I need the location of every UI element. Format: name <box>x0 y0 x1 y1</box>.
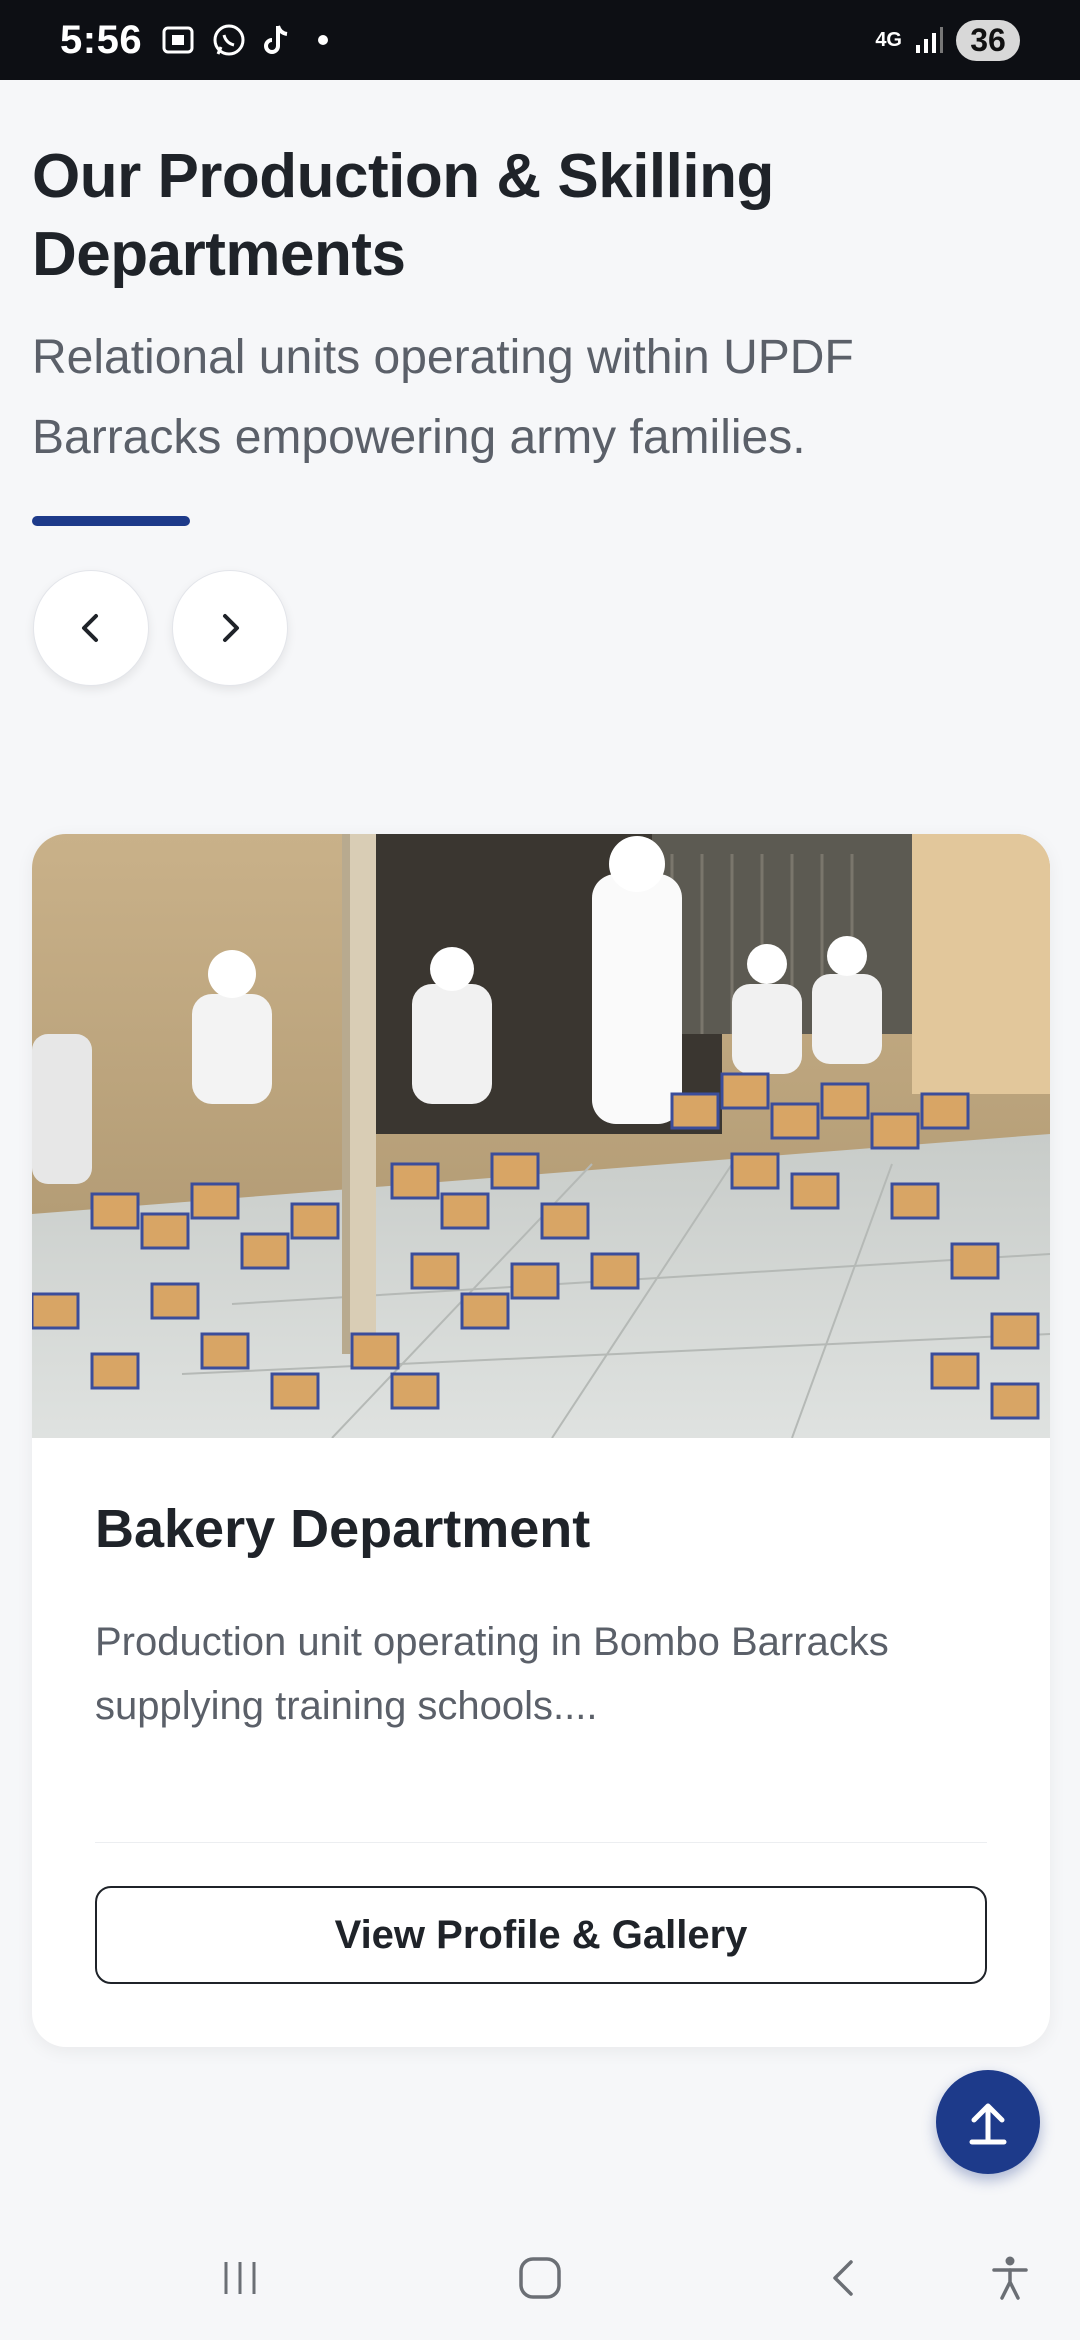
accessibility-icon <box>992 2256 1028 2300</box>
card-title: Bakery Department <box>95 1499 591 1559</box>
signal-icon <box>916 27 943 53</box>
carousel-prev-button[interactable] <box>33 570 149 686</box>
recent-apps-button[interactable] <box>210 2248 270 2308</box>
recent-apps-icon <box>224 2262 256 2294</box>
whatsapp-icon <box>213 24 245 56</box>
home-button[interactable] <box>510 2248 570 2308</box>
chevron-left-icon <box>82 614 98 642</box>
scroll-to-top-button[interactable] <box>936 2070 1040 2174</box>
more-notifications-dot <box>318 35 329 45</box>
home-icon <box>519 2257 561 2299</box>
section-title: Our Production & Skilling Departments <box>32 142 774 289</box>
network-type: 4G <box>875 29 902 51</box>
section-subtitle: Relational units operating within UPDF B… <box>32 331 854 464</box>
accent-divider <box>32 516 190 526</box>
status-bar: 5:56 4G 36 <box>0 0 1080 80</box>
accessibility-button[interactable] <box>980 2248 1040 2308</box>
carousel-next-button[interactable] <box>172 570 288 686</box>
department-card: Bakery Department Production unit operat… <box>32 834 1050 2047</box>
tiktok-icon <box>264 25 288 54</box>
status-right: 4G 36 <box>875 19 1020 61</box>
notification-icons <box>160 21 329 59</box>
back-button[interactable] <box>815 2248 875 2308</box>
chevron-right-icon <box>223 614 239 642</box>
card-description: Production unit operating in Bombo Barra… <box>95 1620 889 1728</box>
view-profile-button[interactable]: View Profile & Gallery <box>95 1886 987 1984</box>
battery-level: 36 <box>956 19 1020 61</box>
status-left: 5:56 <box>60 17 329 63</box>
system-navigation-bar <box>0 2210 1080 2340</box>
back-icon <box>833 2260 853 2296</box>
arrow-up-icon <box>969 2103 1007 2145</box>
screenshot-icon <box>162 26 194 54</box>
bakery-photo <box>32 834 1050 1438</box>
card-divider <box>95 1842 987 1843</box>
status-time: 5:56 <box>60 17 143 62</box>
department-photo <box>32 834 1050 1438</box>
